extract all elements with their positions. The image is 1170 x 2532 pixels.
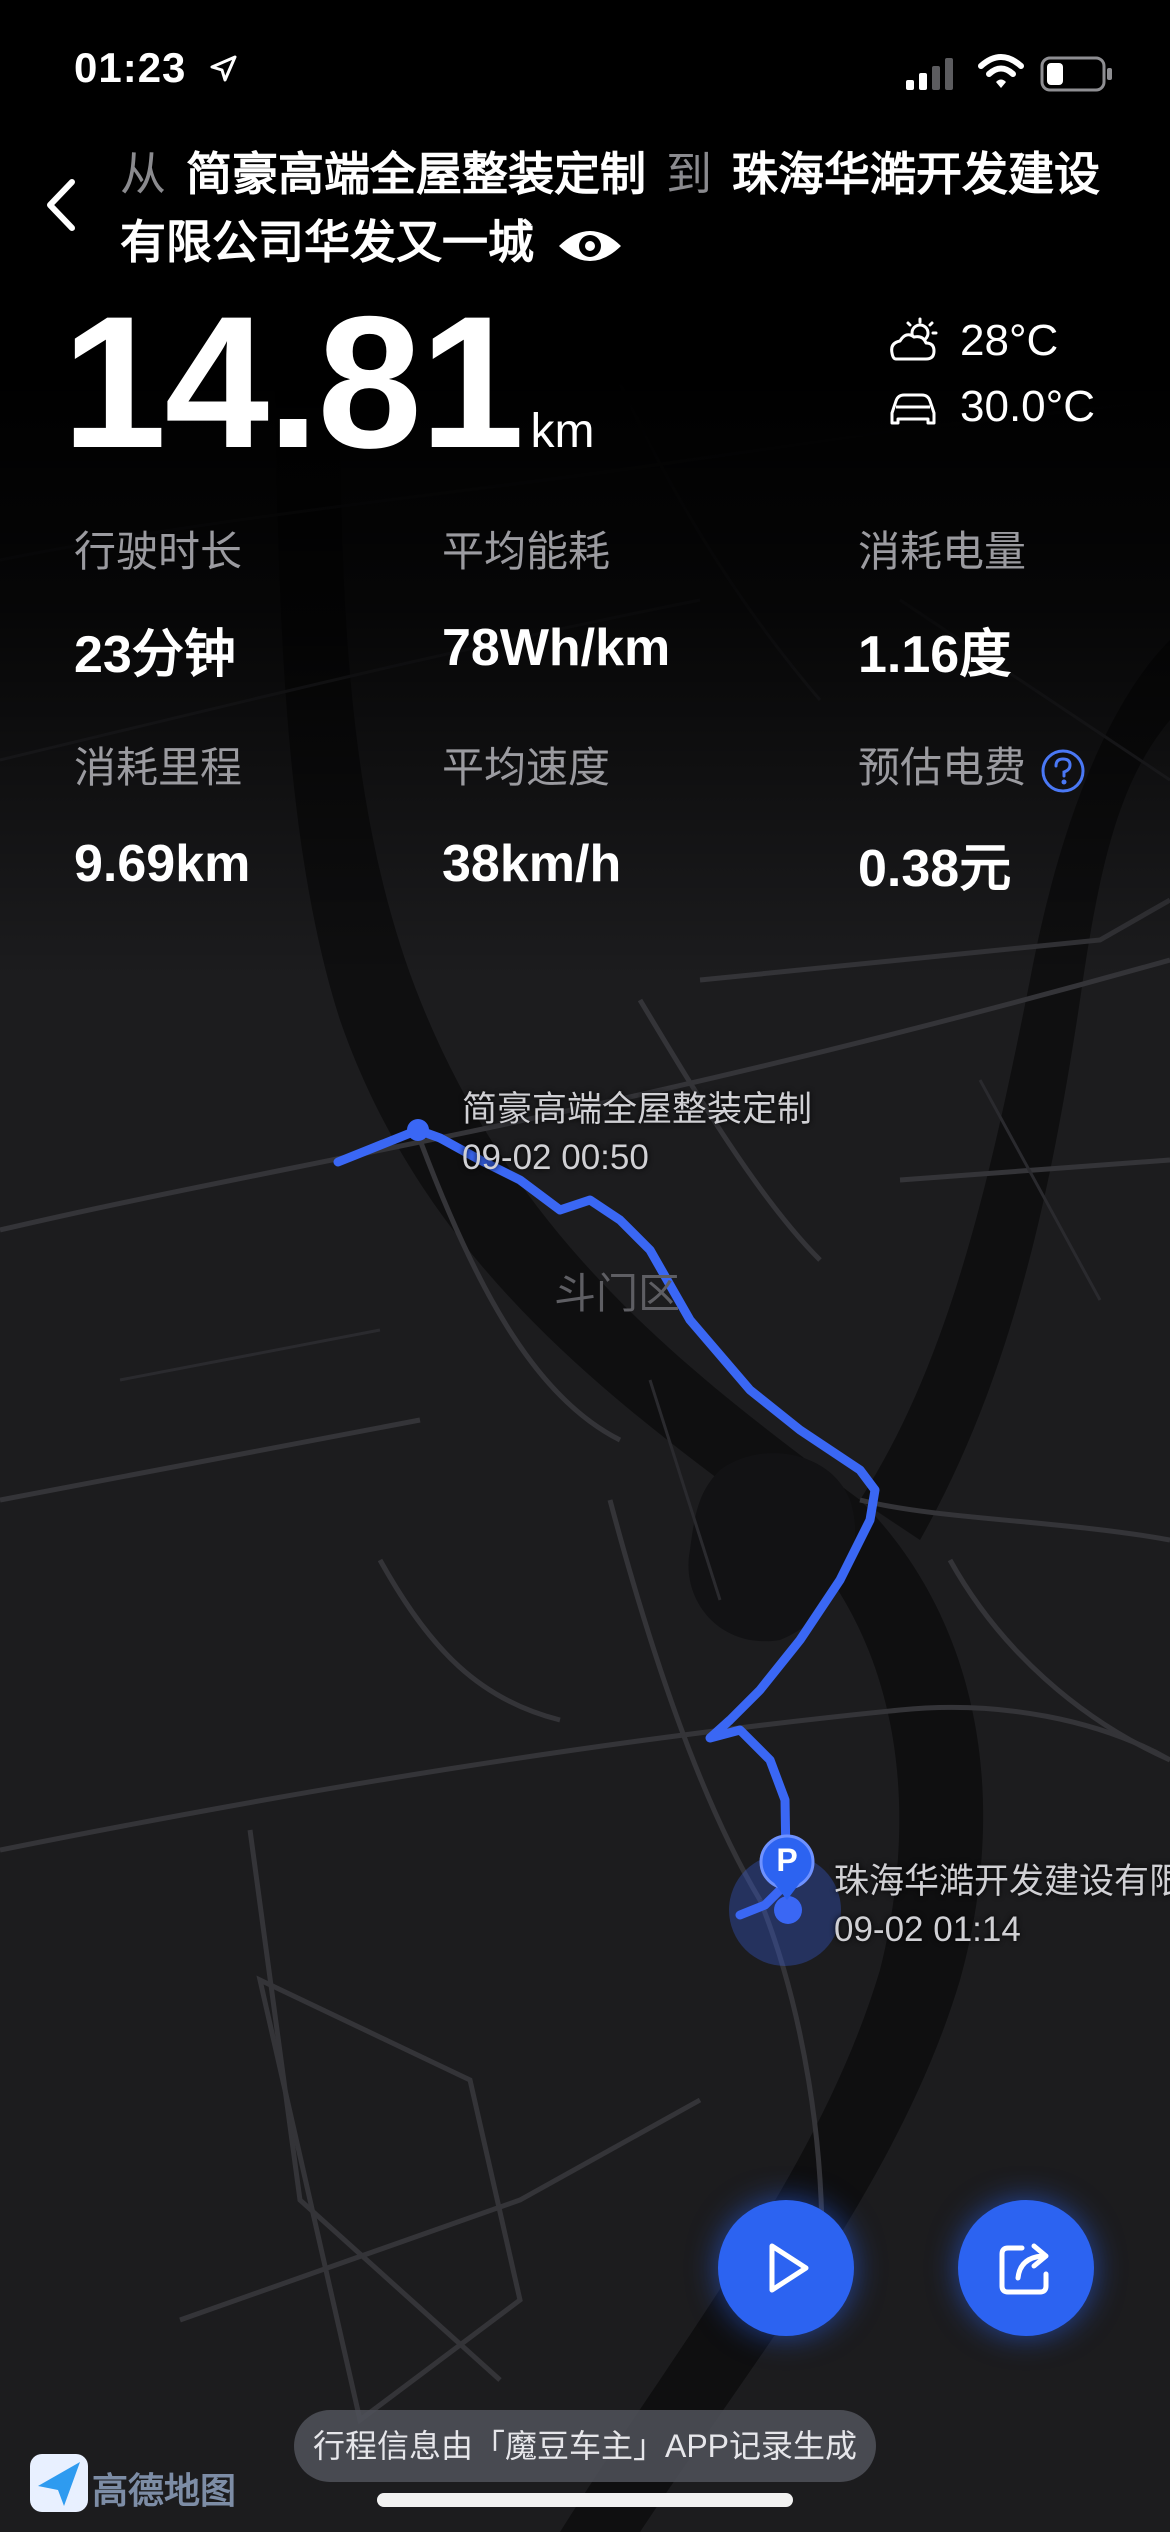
from-word: 从 <box>120 148 166 200</box>
stat-value-energy-used: 1.16度 <box>858 626 1012 684</box>
partly-sunny-icon <box>890 317 938 361</box>
battery-icon <box>1040 56 1112 92</box>
end-place-name: 珠海华澔开发建设有限 <box>834 1862 1170 1901</box>
stat-label-energy-used: 消耗电量 <box>858 528 1027 575</box>
end-label: 珠海华澔开发建设有限 09-02 01:14 <box>834 1858 1170 1954</box>
home-indicator[interactable] <box>377 2493 793 2507</box>
play-icon <box>769 2243 809 2293</box>
stat-value-avg-energy: 78Wh/km <box>442 619 671 677</box>
start-time: 09-02 00:50 <box>462 1138 649 1177</box>
wifi-icon <box>978 54 1024 88</box>
stat-label-duration: 行驶时长 <box>74 528 243 575</box>
cellular-signal-icon <box>906 58 953 90</box>
status-time: 01:23 <box>74 44 187 91</box>
replay-button[interactable] <box>718 2200 854 2336</box>
stat-label-avg-speed: 平均速度 <box>442 744 611 791</box>
share-icon <box>999 2243 1049 2295</box>
end-time: 09-02 01:14 <box>834 1910 1021 1949</box>
stat-label-est-cost: 预估电费 <box>858 734 1086 795</box>
trip-source-note: 行程信息由「魔豆车主」APP记录生成 <box>294 2410 876 2482</box>
status-bar: 01:23 <box>0 0 1170 140</box>
stat-value-range-used: 9.69km <box>74 835 251 893</box>
location-arrow-icon <box>210 55 237 82</box>
back-chevron-icon[interactable] <box>36 170 92 240</box>
share-button[interactable] <box>958 2200 1094 2336</box>
stat-value-est-cost: 0.38元 <box>858 840 1012 898</box>
start-label: 简豪高端全屋整装定制 09-02 00:50 <box>462 1086 812 1182</box>
end-marker[interactable] <box>774 1896 802 1924</box>
stat-label-avg-energy: 平均能耗 <box>442 528 611 575</box>
car-icon <box>890 393 936 425</box>
stat-label-range-used: 消耗里程 <box>74 744 243 791</box>
trip-title: 从简豪高端全屋整装定制到珠海华澔开发建设有限公司华发又一城 <box>120 140 1130 276</box>
outdoor-temp: 28°C <box>960 316 1059 365</box>
start-marker[interactable] <box>407 1119 429 1141</box>
outdoor-temp-row: 28°C <box>886 308 1095 374</box>
temperature-panel: 28°C 30.0°C <box>886 308 1095 440</box>
car-temp: 30.0°C <box>960 382 1096 431</box>
distance-summary: 14.81 km <box>62 288 595 476</box>
distance-unit: km <box>530 405 595 458</box>
question-circle-icon[interactable] <box>1040 748 1086 794</box>
eye-icon[interactable] <box>556 222 624 270</box>
est-cost-label-text: 预估电费 <box>858 744 1027 791</box>
to-word: 到 <box>666 148 712 200</box>
parking-label: P <box>776 1842 798 1878</box>
distance-value: 14.81 <box>62 277 524 487</box>
from-place: 简豪高端全屋整装定制 <box>186 148 646 200</box>
amap-logo-text: 高德地图 <box>92 2470 237 2511</box>
start-place-name: 简豪高端全屋整装定制 <box>462 1090 813 1129</box>
car-temp-row: 30.0°C <box>886 374 1095 440</box>
district-label: 斗门区 <box>554 1270 681 1317</box>
stat-value-duration: 23分钟 <box>74 626 236 684</box>
stat-value-avg-speed: 38km/h <box>442 835 622 893</box>
